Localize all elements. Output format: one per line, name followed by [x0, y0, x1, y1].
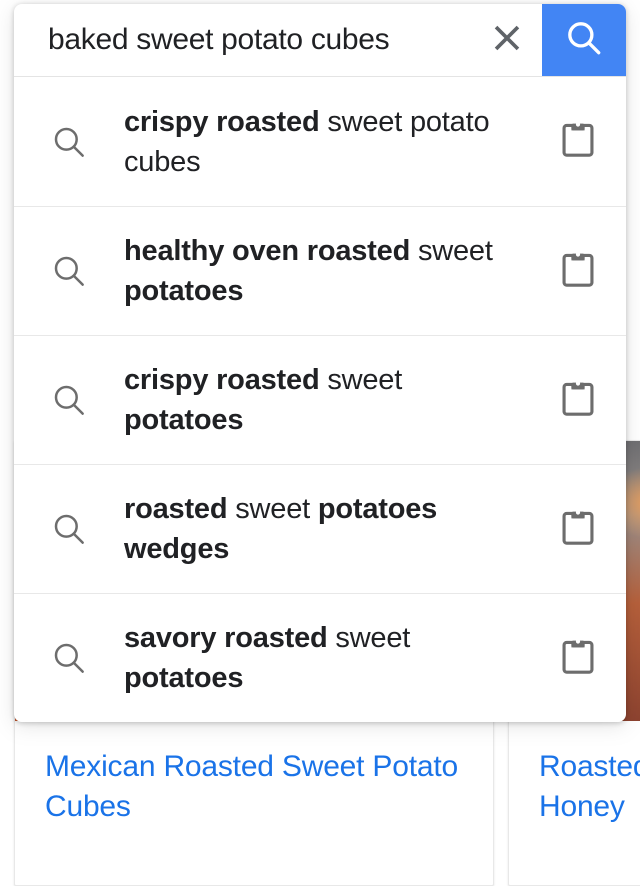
suggestion-text: roasted sweet potatoes wedges [124, 493, 438, 565]
card-body: Mexican Roasted Sweet Potato Cubes [15, 721, 493, 847]
copy-to-search-button[interactable] [530, 247, 626, 296]
suggestion-text: crispy roasted sweet potato cubes [124, 105, 490, 178]
search-icon [14, 509, 124, 549]
suggestion-item[interactable]: crispy roasted sweet potatoes [14, 335, 626, 464]
search-icon [563, 17, 605, 64]
suggestion-text: healthy oven roasted sweet potatoes [124, 235, 493, 307]
suggestion-item[interactable]: healthy oven roasted sweet potatoes [14, 206, 626, 335]
suggestion-item[interactable]: crispy roasted sweet potato cubes [14, 77, 626, 206]
card-body: Roasted Sweet Potatoes with Honey [509, 721, 640, 847]
suggestion-list: crispy roasted sweet potato cubes health… [14, 77, 626, 722]
search-bar [14, 4, 626, 76]
clipboard-icon [556, 376, 600, 425]
clipboard-icon [556, 117, 600, 166]
suggestion-item[interactable]: roasted sweet potatoes wedges [14, 464, 626, 593]
search-icon [14, 638, 124, 678]
clipboard-icon [556, 247, 600, 296]
search-icon [14, 251, 124, 291]
copy-to-search-button[interactable] [530, 117, 626, 166]
clear-search-button[interactable] [472, 4, 542, 76]
search-input[interactable] [48, 23, 472, 57]
suggestion-text: savory roasted sweet potatoes [124, 622, 411, 694]
search-submit-button[interactable] [542, 4, 626, 76]
close-icon [490, 21, 524, 60]
screen: oo Mexican Roasted Sweet Potato Cubes Ro… [0, 0, 640, 886]
clipboard-icon [556, 634, 600, 683]
copy-to-search-button[interactable] [530, 634, 626, 683]
suggestion-text: crispy roasted sweet potatoes [124, 364, 403, 436]
clipboard-icon [556, 505, 600, 554]
result-title-link[interactable]: Mexican Roasted Sweet Potato Cubes [45, 747, 463, 827]
suggestion-item[interactable]: savory roasted sweet potatoes [14, 593, 626, 722]
search-overlay: crispy roasted sweet potato cubes [14, 4, 626, 722]
copy-to-search-button[interactable] [530, 376, 626, 425]
search-icon [14, 122, 124, 162]
search-icon [14, 380, 124, 420]
copy-to-search-button[interactable] [530, 505, 626, 554]
search-input-wrapper [14, 4, 472, 76]
result-title-link[interactable]: Roasted Sweet Potatoes with Honey [539, 747, 640, 827]
